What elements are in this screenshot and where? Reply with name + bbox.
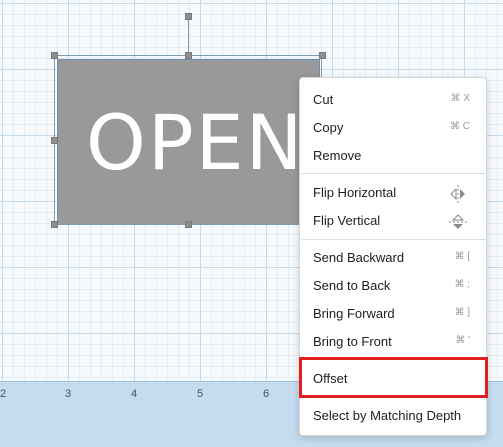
ruler-tick-label: 2 xyxy=(0,388,7,400)
menu-item-copy[interactable]: Copy ⌘ C xyxy=(300,116,486,142)
menu-item-label: Flip Vertical xyxy=(313,213,381,228)
resize-handle-top-right[interactable] xyxy=(319,52,326,59)
ruler-tick-label: 3 xyxy=(65,388,72,400)
rotate-handle[interactable] xyxy=(185,13,192,20)
resize-handle-bottom-left[interactable] xyxy=(51,221,58,228)
ruler-tick-label: 6 xyxy=(263,388,270,400)
menu-item-label: Flip Horizontal xyxy=(313,185,397,200)
menu-separator xyxy=(301,239,487,240)
menu-item-label: Copy xyxy=(313,120,344,135)
menu-item-flip-horizontal[interactable]: Flip Horizontal xyxy=(300,181,486,207)
ruler-tick-label: 4 xyxy=(131,388,138,400)
menu-item-label: Send to Back xyxy=(313,278,391,293)
menu-separator xyxy=(301,173,487,174)
menu-shortcut: ⌘ ] xyxy=(454,307,470,318)
menu-shortcut: ⌘ ' xyxy=(455,335,470,346)
flip-horizontal-icon xyxy=(450,185,465,203)
offset-highlight-box xyxy=(299,357,488,398)
menu-item-label: Cut xyxy=(313,92,334,107)
menu-shortcut: ⌘ X xyxy=(450,93,470,104)
rotation-line xyxy=(188,20,189,56)
menu-item-label: Send Backward xyxy=(313,250,405,265)
menu-shortcut: ⌘ ; xyxy=(454,279,470,290)
ruler-tick-label: 5 xyxy=(197,388,204,400)
resize-handle-top-left[interactable] xyxy=(51,52,58,59)
menu-shortcut: ⌘ [ xyxy=(454,251,470,262)
menu-item-cut[interactable]: Cut ⌘ X xyxy=(300,88,486,114)
resize-handle-left[interactable] xyxy=(51,137,58,144)
menu-shortcut: ⌘ C xyxy=(450,121,470,132)
menu-item-select-by-matching-depth[interactable]: Select by Matching Depth xyxy=(300,404,486,430)
resize-handle-top[interactable] xyxy=(185,52,192,59)
flip-vertical-icon xyxy=(449,214,467,229)
menu-item-label: Bring to Front xyxy=(313,334,392,349)
menu-item-label: Select by Matching Depth xyxy=(313,408,462,423)
selection-box xyxy=(54,55,322,225)
menu-item-label: Remove xyxy=(313,148,362,163)
menu-item-send-to-back[interactable]: Send to Back ⌘ ; xyxy=(300,274,486,300)
resize-handle-bottom[interactable] xyxy=(185,221,192,228)
menu-item-label: Bring Forward xyxy=(313,306,395,321)
menu-item-flip-vertical[interactable]: Flip Vertical xyxy=(300,209,486,235)
menu-item-bring-to-front[interactable]: Bring to Front ⌘ ' xyxy=(300,330,486,356)
menu-item-send-backward[interactable]: Send Backward ⌘ [ xyxy=(300,246,486,272)
menu-item-remove[interactable]: Remove xyxy=(300,144,486,170)
menu-item-bring-forward[interactable]: Bring Forward ⌘ ] xyxy=(300,302,486,328)
